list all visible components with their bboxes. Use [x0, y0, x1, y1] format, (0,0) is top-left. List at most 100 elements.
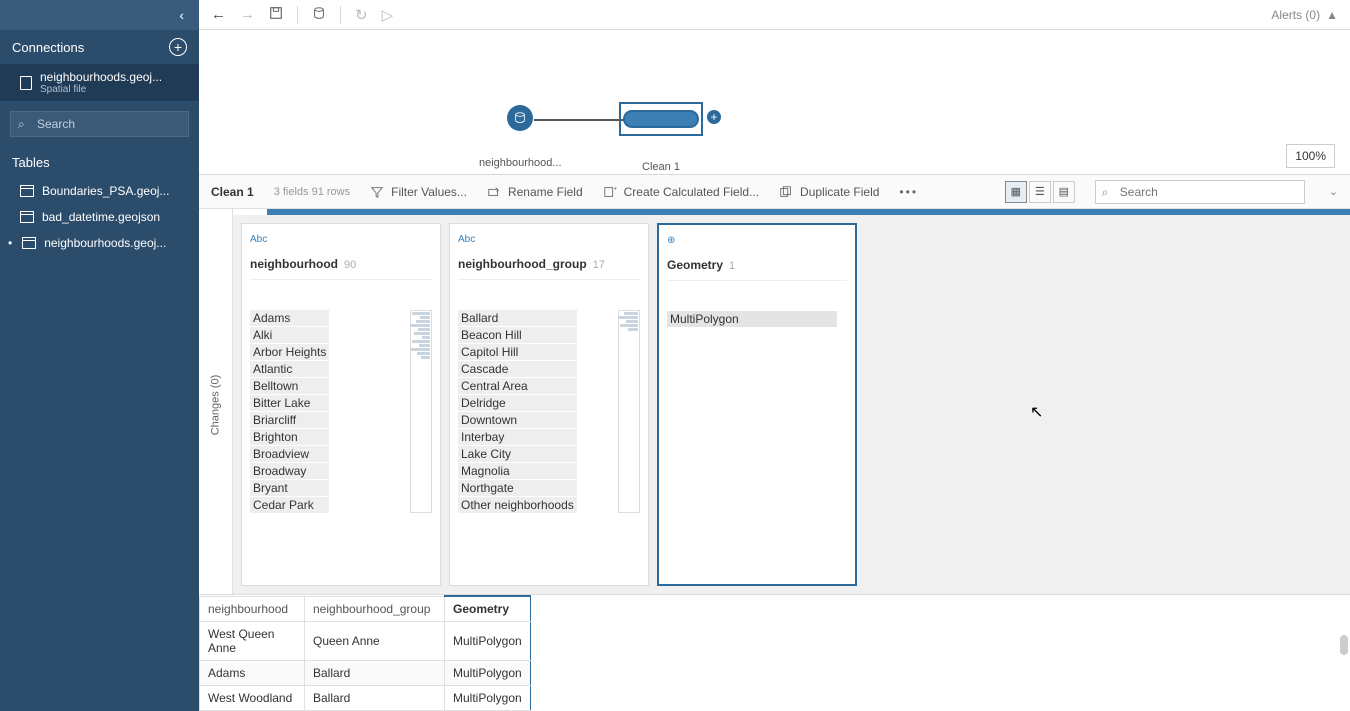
- column-header-geometry[interactable]: Geometry: [445, 596, 531, 622]
- value-item[interactable]: Brighton: [250, 429, 329, 445]
- table-cell: MultiPolygon: [445, 686, 531, 711]
- flow-canvas[interactable]: neighbourhood... + Clean 1 100%: [199, 30, 1350, 175]
- chevron-down-icon[interactable]: ⌄: [1329, 185, 1338, 198]
- value-item[interactable]: Cascade: [458, 361, 577, 377]
- view-toggle: ▦ ☰ ▤: [1005, 181, 1075, 203]
- view-profile-button[interactable]: ▦: [1005, 181, 1027, 203]
- profile-search-input[interactable]: [1095, 180, 1305, 204]
- run-icon[interactable]: ▷: [382, 6, 394, 24]
- rename-field-button[interactable]: Rename Field: [487, 185, 583, 199]
- table-item[interactable]: bad_datetime.geojson: [0, 204, 199, 230]
- table-name: Boundaries_PSA.geoj...: [42, 184, 169, 198]
- connection-name: neighbourhoods.geoj...: [40, 70, 162, 84]
- flow-node-input[interactable]: neighbourhood...: [479, 105, 562, 169]
- sidebar-collapse-bar[interactable]: ‹: [0, 0, 199, 30]
- table-cell: West Queen Anne: [200, 622, 305, 661]
- connection-type: Spatial file: [40, 84, 162, 95]
- forward-icon[interactable]: →: [240, 6, 255, 23]
- table-cell: MultiPolygon: [445, 661, 531, 686]
- flow-node-clean[interactable]: + Clean 1: [619, 102, 703, 173]
- value-item[interactable]: Ballard: [458, 310, 577, 326]
- table-item[interactable]: Boundaries_PSA.geoj...: [0, 178, 199, 204]
- changes-label: Changes (0): [210, 374, 222, 435]
- table-name: neighbourhoods.geoj...: [44, 236, 166, 250]
- add-step-button[interactable]: +: [707, 110, 721, 124]
- value-item[interactable]: Interbay: [458, 429, 577, 445]
- table-cell: Ballard: [305, 661, 445, 686]
- value-item[interactable]: Bryant: [250, 480, 329, 496]
- value-item[interactable]: Magnolia: [458, 463, 577, 479]
- more-options-button[interactable]: •••: [899, 185, 918, 199]
- value-item[interactable]: Central Area: [458, 378, 577, 394]
- table-row[interactable]: West WoodlandBallardMultiPolygon: [200, 686, 531, 711]
- card-count: 1: [729, 260, 735, 272]
- table-icon: [20, 185, 34, 197]
- table-cell: Adams: [200, 661, 305, 686]
- profile-card-neighbourhood[interactable]: Abc neighbourhood 90 AdamsAlkiArbor Heig…: [241, 223, 441, 586]
- table-cell: West Woodland: [200, 686, 305, 711]
- create-calculated-field-button[interactable]: + Create Calculated Field...: [603, 185, 759, 199]
- value-item[interactable]: Other neighborhoods: [458, 497, 577, 513]
- value-item[interactable]: Bitter Lake: [250, 395, 329, 411]
- profile-card-neighbourhood-group[interactable]: Abc neighbourhood_group 17 BallardBeacon…: [449, 223, 649, 586]
- value-item[interactable]: Arbor Heights: [250, 344, 329, 360]
- value-item[interactable]: MultiPolygon: [667, 311, 837, 327]
- add-connection-button[interactable]: +: [169, 38, 187, 56]
- value-item[interactable]: Lake City: [458, 446, 577, 462]
- sidebar: ‹ Connections + neighbourhoods.geoj... S…: [0, 0, 199, 711]
- view-list-button[interactable]: ☰: [1029, 181, 1051, 203]
- zoom-level[interactable]: 100%: [1286, 144, 1335, 168]
- filter-values-button[interactable]: Filter Values...: [370, 185, 467, 199]
- value-item[interactable]: Cedar Park: [250, 497, 329, 513]
- table-icon: [20, 211, 34, 223]
- search-icon: ⌕: [18, 117, 25, 132]
- column-header[interactable]: neighbourhood: [200, 596, 305, 622]
- value-item[interactable]: Broadway: [250, 463, 329, 479]
- view-grid-button[interactable]: ▤: [1053, 181, 1075, 203]
- table-name: bad_datetime.geojson: [42, 210, 160, 224]
- value-item[interactable]: Downtown: [458, 412, 577, 428]
- value-item[interactable]: Northgate: [458, 480, 577, 496]
- table-cell: Ballard: [305, 686, 445, 711]
- refresh-icon[interactable]: ↻: [355, 6, 368, 24]
- value-item[interactable]: Delridge: [458, 395, 577, 411]
- rename-label: Rename Field: [508, 185, 583, 199]
- type-geo-icon: ⊕: [667, 235, 847, 246]
- save-icon[interactable]: [269, 6, 283, 24]
- warning-icon: ▲: [1326, 8, 1338, 22]
- type-abc-icon: Abc: [250, 234, 432, 245]
- sidebar-search-input[interactable]: [10, 111, 189, 137]
- value-item[interactable]: Adams: [250, 310, 329, 326]
- table-row[interactable]: AdamsBallardMultiPolygon: [200, 661, 531, 686]
- type-abc-icon: Abc: [458, 234, 640, 245]
- value-item[interactable]: Briarcliff: [250, 412, 329, 428]
- step-meta: 3 fields 91 rows: [274, 186, 350, 198]
- connection-item[interactable]: neighbourhoods.geoj... Spatial file: [0, 64, 199, 101]
- card-count: 90: [344, 259, 356, 271]
- table-item-active[interactable]: neighbourhoods.geoj...: [0, 230, 199, 256]
- card-title: neighbourhood: [250, 257, 338, 271]
- chevron-left-icon: ‹: [179, 7, 184, 23]
- datasource-icon: [507, 105, 533, 131]
- value-item[interactable]: Atlantic: [250, 361, 329, 377]
- value-item[interactable]: Alki: [250, 327, 329, 343]
- scrollbar[interactable]: [1340, 635, 1348, 655]
- card-title: Geometry: [667, 258, 723, 272]
- value-item[interactable]: Beacon Hill: [458, 327, 577, 343]
- value-item[interactable]: Belltown: [250, 378, 329, 394]
- duplicate-field-button[interactable]: Duplicate Field: [779, 185, 879, 199]
- column-header[interactable]: neighbourhood_group: [305, 596, 445, 622]
- alerts-indicator[interactable]: Alerts (0) ▲: [1271, 8, 1338, 22]
- filter-label: Filter Values...: [391, 185, 467, 199]
- profile-card-geometry[interactable]: ⊕ Geometry 1 MultiPolygon: [657, 223, 857, 586]
- connections-label: Connections: [12, 40, 84, 55]
- clean-step-icon: [623, 110, 699, 128]
- value-item[interactable]: Capitol Hill: [458, 344, 577, 360]
- database-icon[interactable]: [312, 6, 326, 24]
- histogram: [618, 310, 640, 513]
- value-item[interactable]: Broadview: [250, 446, 329, 462]
- changes-tab[interactable]: Changes (0): [199, 215, 233, 594]
- table-row[interactable]: West Queen AnneQueen AnneMultiPolygon: [200, 622, 531, 661]
- card-count: 17: [593, 259, 605, 271]
- back-icon[interactable]: ←: [211, 6, 226, 23]
